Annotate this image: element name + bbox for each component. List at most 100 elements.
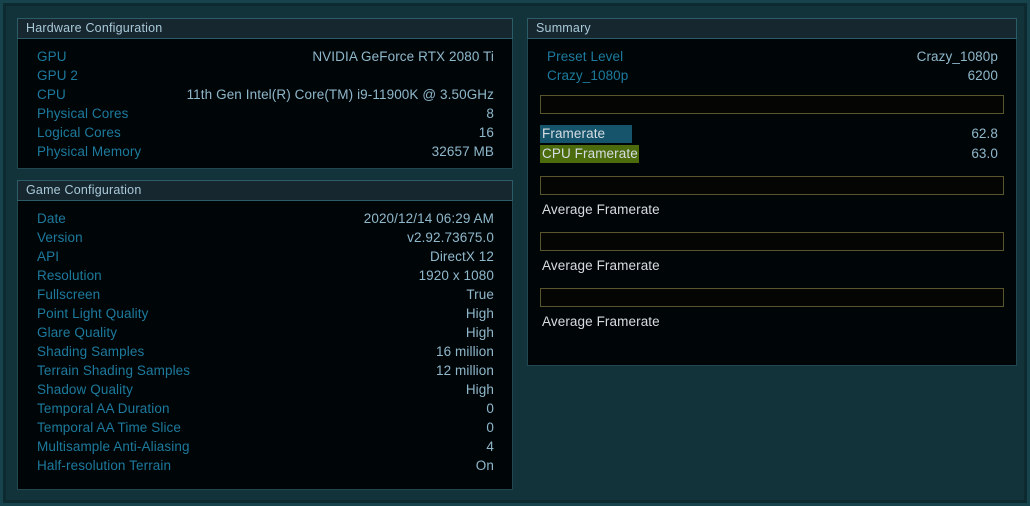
summary-title: Summary <box>527 18 1017 39</box>
hardware-configuration-title: Hardware Configuration <box>17 18 513 39</box>
config-row: API DirectX 12 <box>18 247 512 266</box>
game-row-list: Date 2020/12/14 06:29 AM Version v2.92.7367… <box>18 201 512 475</box>
config-row-label: Physical Memory <box>37 144 142 159</box>
config-row-value: On <box>475 458 494 473</box>
config-row-label: Temporal AA Time Slice <box>37 420 182 435</box>
config-row-label: Shadow Quality <box>37 382 133 397</box>
config-row-value: 6200 <box>967 68 998 83</box>
batch-average-framerate-label: Average Framerate <box>542 314 660 329</box>
config-row: Temporal AA Duration 0 <box>18 399 512 418</box>
config-row-value: High <box>465 306 494 321</box>
batch-header[interactable] <box>540 232 1004 251</box>
batch-average-framerate-row: Average Framerate <box>528 256 1016 276</box>
batch-header[interactable] <box>540 176 1004 195</box>
config-row-label: Point Light Quality <box>37 306 149 321</box>
batch-header[interactable] <box>540 288 1004 307</box>
framerate-row-value: 62.8 <box>971 126 998 141</box>
config-row-label: Version <box>37 230 83 245</box>
batch-average-framerate-row: Average Framerate <box>528 312 1016 332</box>
config-row: Date 2020/12/14 06:29 AM <box>18 209 512 228</box>
config-row: Physical Memory 32657 MB <box>18 142 512 161</box>
summary-panel: Summary Preset Level Crazy_1080p Crazy_108… <box>527 18 1017 366</box>
config-row-value: 12 million <box>435 363 494 378</box>
config-row-label: Half-resolution Terrain <box>37 458 172 473</box>
config-row: Fullscreen True <box>18 285 512 304</box>
summary-body: Preset Level Crazy_1080p Crazy_1080p 6200 Fr… <box>527 39 1017 366</box>
config-row-label: Logical Cores <box>37 125 121 140</box>
framerate-row[interactable]: CPU Framerate 63.0 <box>528 144 1016 164</box>
config-row: Terrain Shading Samples 12 million <box>18 361 512 380</box>
window-stage: Hardware Configuration GPU NVIDIA GeForce… <box>3 3 1027 503</box>
benchmark-results-window: Hardware Configuration GPU NVIDIA GeForce… <box>0 0 1030 506</box>
config-row-value: 16 <box>478 125 494 140</box>
hardware-configuration-body: GPU NVIDIA GeForce RTX 2080 Ti GPU 2 CPU 11t… <box>17 39 513 169</box>
config-row: Crazy_1080p 6200 <box>528 66 1016 85</box>
config-row: Multisample Anti-Aliasing 4 <box>18 437 512 456</box>
config-row: Glare Quality High <box>18 323 512 342</box>
config-row-label: Resolution <box>37 268 102 283</box>
config-row: Half-resolution Terrain On <box>18 456 512 475</box>
game-configuration-panel: Game Configuration Date 2020/12/14 06:29 … <box>17 180 513 490</box>
config-row-value: 0 <box>486 420 494 435</box>
config-row: Preset Level Crazy_1080p <box>528 47 1016 66</box>
config-row-value: High <box>465 325 494 340</box>
config-row-value: High <box>465 382 494 397</box>
config-row-label: Temporal AA Duration <box>37 401 170 416</box>
config-row-label: Crazy_1080p <box>547 68 629 83</box>
config-row-value: v2.92.73675.0 <box>407 230 494 245</box>
config-row: Resolution 1920 x 1080 <box>18 266 512 285</box>
framerate-row[interactable]: Framerate 62.8 <box>528 124 1016 144</box>
config-row-value: 16 million <box>435 344 494 359</box>
config-row-label: Glare Quality <box>37 325 118 340</box>
config-row: Point Light Quality High <box>18 304 512 323</box>
config-row-value: 8 <box>486 106 494 121</box>
config-row-label: Date <box>37 211 66 226</box>
batch-average-framerate-label: Average Framerate <box>542 258 660 273</box>
config-row-label: CPU <box>37 87 66 102</box>
config-row: Shading Samples 16 million <box>18 342 512 361</box>
config-row-value: Crazy_1080p <box>916 49 998 64</box>
batch-average-framerate-label: Average Framerate <box>542 202 660 217</box>
config-row-value: True <box>466 287 494 302</box>
config-row-label: Physical Cores <box>37 106 129 121</box>
config-row-label: Terrain Shading Samples <box>37 363 191 378</box>
config-row-value: 11th Gen Intel(R) Core(TM) i9-11900K @ 3… <box>186 87 494 102</box>
config-row-value: DirectX 12 <box>429 249 494 264</box>
config-row-value: 32657 MB <box>431 144 494 159</box>
summary-content: Preset Level Crazy_1080p Crazy_1080p 6200 Fr… <box>528 39 1016 332</box>
config-row: Shadow Quality High <box>18 380 512 399</box>
config-row: CPU 11th Gen Intel(R) Core(TM) i9-11900K … <box>18 85 512 104</box>
batch-average-framerate-row: Average Framerate <box>528 200 1016 220</box>
config-row-label: Multisample Anti-Aliasing <box>37 439 190 454</box>
game-configuration-title: Game Configuration <box>17 180 513 201</box>
config-row-value: 1920 x 1080 <box>418 268 494 283</box>
framerate-row-label: CPU Framerate <box>542 146 638 161</box>
config-row-label: Preset Level <box>547 49 624 64</box>
config-row-label: GPU 2 <box>37 68 79 83</box>
config-row-value: 4 <box>486 439 494 454</box>
config-row: Version v2.92.73675.0 <box>18 228 512 247</box>
config-row-label: Fullscreen <box>37 287 101 302</box>
config-row-value: 0 <box>486 401 494 416</box>
hardware-configuration-panel: Hardware Configuration GPU NVIDIA GeForce… <box>17 18 513 169</box>
hardware-row-list: GPU NVIDIA GeForce RTX 2080 Ti GPU 2 CPU 11t… <box>18 39 512 161</box>
config-row-label: GPU <box>37 49 67 64</box>
config-row: GPU 2 <box>18 66 512 85</box>
averages-all-batches-header[interactable] <box>540 95 1004 114</box>
framerate-row-label: Framerate <box>542 126 606 141</box>
config-row-label: Shading Samples <box>37 344 145 359</box>
config-row-value: NVIDIA GeForce RTX 2080 Ti <box>312 49 494 64</box>
config-row: Physical Cores 8 <box>18 104 512 123</box>
framerate-row-value: 63.0 <box>971 146 998 161</box>
config-row: GPU NVIDIA GeForce RTX 2080 Ti <box>18 47 512 66</box>
config-row-value: 2020/12/14 06:29 AM <box>363 211 494 226</box>
config-row: Temporal AA Time Slice 0 <box>18 418 512 437</box>
config-row-label: API <box>37 249 60 264</box>
config-row: Logical Cores 16 <box>18 123 512 142</box>
game-configuration-body: Date 2020/12/14 06:29 AM Version v2.92.7367… <box>17 201 513 490</box>
